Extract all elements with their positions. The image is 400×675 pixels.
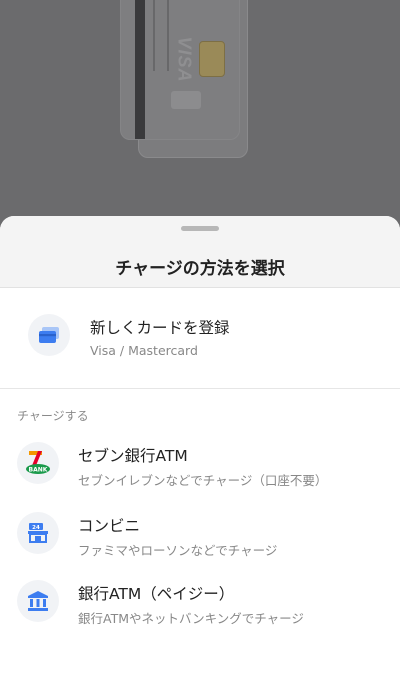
sheet-grabber[interactable] (181, 226, 219, 231)
svg-text:24: 24 (32, 525, 40, 531)
sheet-title: チャージの方法を選択 (115, 259, 285, 279)
register-card-subtitle: Visa / Mastercard (90, 343, 198, 358)
convenience-store-title: コンビニ (78, 517, 141, 535)
register-card-option[interactable]: 新しくカードを登録 Visa / Mastercard (0, 288, 400, 389)
convenience-store-subtitle: ファミマやローソンなどでチャージ (78, 543, 278, 558)
bank-atm-payeasy-option[interactable]: 銀行ATM（ペイジー） 銀行ATMやネットバンキングでチャージ (0, 571, 400, 633)
card-chip-icon (199, 41, 225, 77)
register-card-title: 新しくカードを登録 (90, 319, 230, 337)
charge-method-sheet: チャージの方法を選択 新しくカードを登録 Visa / Mastercard チ… (0, 216, 400, 675)
convenience-store-icon: 24 (17, 512, 59, 554)
visa-logo: VISA (174, 36, 195, 83)
magnetic-stripe (135, 0, 145, 139)
bank-icon (17, 580, 59, 622)
seven-bank-atm-title: セブン銀行ATM (78, 447, 188, 465)
convenience-store-option[interactable]: 24 コンビニ ファミマやローソンなどでチャージ (0, 502, 400, 564)
seven-bank-atm-subtitle: セブンイレブンなどでチャージ（口座不要） (78, 473, 328, 488)
background-overlay[interactable]: VISA (0, 0, 400, 240)
svg-text:BANK: BANK (29, 467, 48, 474)
seven-bank-atm-option[interactable]: BANK セブン銀行ATM セブンイレブンなどでチャージ（口座不要） (0, 433, 400, 495)
card-hologram (171, 91, 201, 109)
bank-atm-payeasy-title: 銀行ATM（ペイジー） (78, 585, 235, 603)
card-text-lines (153, 0, 169, 71)
bank-atm-payeasy-subtitle: 銀行ATMやネットバンキングでチャージ (78, 611, 304, 626)
card-illustration: VISA (120, 0, 240, 140)
seven-bank-logo-icon: BANK (17, 442, 59, 484)
credit-card-icon (28, 314, 70, 356)
sheet-header: チャージの方法を選択 (0, 216, 400, 288)
section-label-charge: チャージする (17, 409, 89, 423)
